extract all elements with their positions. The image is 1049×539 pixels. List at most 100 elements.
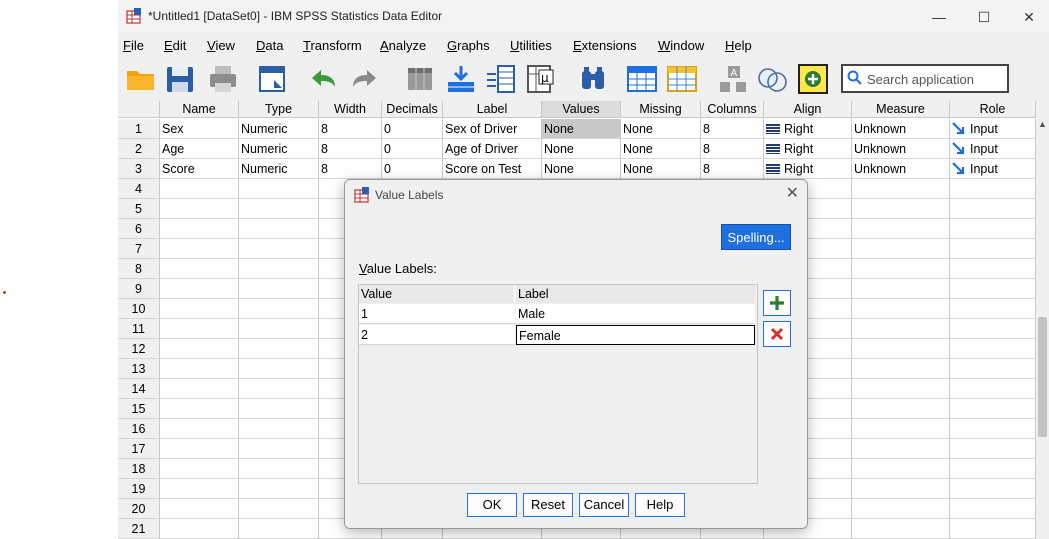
reset-button[interactable]: Reset bbox=[523, 493, 573, 517]
empty-cell[interactable] bbox=[239, 419, 319, 439]
variables-icon[interactable] bbox=[484, 62, 518, 96]
search-application-input[interactable]: Search application bbox=[841, 64, 1009, 93]
cell-role[interactable]: Input bbox=[950, 159, 1036, 179]
cell-align[interactable]: Right bbox=[764, 139, 852, 159]
empty-cell[interactable] bbox=[950, 199, 1036, 219]
empty-cell[interactable] bbox=[239, 439, 319, 459]
cell-align[interactable]: Right bbox=[764, 119, 852, 139]
cell-values[interactable]: None bbox=[542, 139, 621, 159]
descriptive-statistics-icon[interactable]: μ bbox=[524, 62, 558, 96]
row-number[interactable]: 4 bbox=[118, 179, 160, 199]
cell-type[interactable]: Numeric bbox=[239, 159, 319, 179]
split-file-icon[interactable]: A bbox=[716, 62, 750, 96]
menu-transform[interactable]: Transform bbox=[303, 38, 362, 53]
column-header-align[interactable]: Align bbox=[764, 101, 852, 118]
cell-missing[interactable]: None bbox=[621, 159, 701, 179]
cell-columns[interactable]: 8 bbox=[701, 119, 764, 139]
empty-cell[interactable] bbox=[239, 519, 319, 539]
add-label-button[interactable] bbox=[763, 290, 791, 316]
row-number[interactable]: 16 bbox=[118, 419, 160, 439]
redo-icon[interactable] bbox=[348, 62, 382, 96]
menu-extensions[interactable]: Extensions bbox=[573, 38, 637, 53]
empty-cell[interactable] bbox=[239, 299, 319, 319]
column-header-measure[interactable]: Measure bbox=[852, 101, 950, 118]
menu-view[interactable]: View bbox=[207, 38, 235, 53]
value-cell[interactable]: 2 bbox=[359, 325, 515, 345]
cell-measure[interactable]: Unknown bbox=[852, 119, 950, 139]
empty-cell[interactable] bbox=[852, 499, 950, 519]
use-variable-sets-icon[interactable] bbox=[796, 62, 830, 96]
empty-cell[interactable] bbox=[950, 419, 1036, 439]
empty-cell[interactable] bbox=[950, 239, 1036, 259]
column-header-type[interactable]: Type bbox=[239, 101, 319, 118]
spelling-button[interactable]: Spelling... bbox=[721, 224, 791, 250]
cell-name[interactable]: Sex bbox=[160, 119, 239, 139]
help-button[interactable]: Help bbox=[635, 493, 685, 517]
empty-cell[interactable] bbox=[160, 219, 239, 239]
cell-label[interactable]: Sex of Driver bbox=[443, 119, 542, 139]
dialog-close-icon[interactable]: ✕ bbox=[786, 183, 799, 203]
empty-cell[interactable] bbox=[852, 439, 950, 459]
cell-role[interactable]: Input bbox=[950, 139, 1036, 159]
cell-name[interactable]: Score bbox=[160, 159, 239, 179]
empty-cell[interactable] bbox=[160, 399, 239, 419]
empty-cell[interactable] bbox=[852, 459, 950, 479]
empty-cell[interactable] bbox=[950, 319, 1036, 339]
empty-cell[interactable] bbox=[160, 319, 239, 339]
cell-label[interactable]: Age of Driver bbox=[443, 139, 542, 159]
row-number[interactable]: 9 bbox=[118, 279, 160, 299]
empty-cell[interactable] bbox=[852, 299, 950, 319]
cell-width[interactable]: 8 bbox=[319, 159, 382, 179]
cell-name[interactable]: Age bbox=[160, 139, 239, 159]
cell-decimals[interactable]: 0 bbox=[382, 119, 443, 139]
undo-icon[interactable] bbox=[306, 62, 340, 96]
minimize-button[interactable]: — bbox=[917, 4, 961, 30]
row-number[interactable]: 11 bbox=[118, 319, 160, 339]
row-number[interactable]: 17 bbox=[118, 439, 160, 459]
row-number[interactable]: 18 bbox=[118, 459, 160, 479]
empty-cell[interactable] bbox=[239, 379, 319, 399]
empty-cell[interactable] bbox=[239, 459, 319, 479]
row-number[interactable]: 19 bbox=[118, 479, 160, 499]
empty-cell[interactable] bbox=[160, 499, 239, 519]
label-cell-editing[interactable]: Female bbox=[516, 325, 755, 345]
empty-cell[interactable] bbox=[950, 279, 1036, 299]
cell-measure[interactable]: Unknown bbox=[852, 159, 950, 179]
go-to-case-icon[interactable] bbox=[404, 62, 438, 96]
row-number[interactable]: 10 bbox=[118, 299, 160, 319]
menu-data[interactable]: Data bbox=[256, 38, 283, 53]
cell-columns[interactable]: 8 bbox=[701, 159, 764, 179]
empty-cell[interactable] bbox=[852, 199, 950, 219]
empty-cell[interactable] bbox=[852, 239, 950, 259]
row-number[interactable]: 8 bbox=[118, 259, 160, 279]
empty-cell[interactable] bbox=[160, 519, 239, 539]
menu-analyze[interactable]: Analyze bbox=[380, 38, 426, 53]
empty-cell[interactable] bbox=[852, 279, 950, 299]
empty-cell[interactable] bbox=[950, 479, 1036, 499]
cell-align[interactable]: Right bbox=[764, 159, 852, 179]
empty-cell[interactable] bbox=[950, 339, 1036, 359]
cell-decimals[interactable]: 0 bbox=[382, 159, 443, 179]
empty-cell[interactable] bbox=[950, 519, 1036, 539]
print-icon[interactable] bbox=[206, 62, 240, 96]
vertical-scrollbar[interactable]: ▲ bbox=[1036, 101, 1049, 539]
empty-cell[interactable] bbox=[160, 339, 239, 359]
empty-cell[interactable] bbox=[852, 319, 950, 339]
empty-cell[interactable] bbox=[160, 439, 239, 459]
column-header-width[interactable]: Width bbox=[319, 101, 382, 118]
empty-cell[interactable] bbox=[160, 419, 239, 439]
empty-cell[interactable] bbox=[239, 279, 319, 299]
empty-cell[interactable] bbox=[160, 379, 239, 399]
empty-cell[interactable] bbox=[239, 199, 319, 219]
column-header-columns[interactable]: Columns bbox=[701, 101, 764, 118]
cell-columns[interactable]: 8 bbox=[701, 139, 764, 159]
cell-type[interactable]: Numeric bbox=[239, 139, 319, 159]
empty-cell[interactable] bbox=[950, 459, 1036, 479]
column-header-label[interactable]: Label bbox=[443, 101, 542, 118]
empty-cell[interactable] bbox=[852, 179, 950, 199]
empty-cell[interactable] bbox=[852, 259, 950, 279]
empty-cell[interactable] bbox=[239, 219, 319, 239]
menu-file[interactable]: File bbox=[123, 38, 144, 53]
empty-cell[interactable] bbox=[160, 479, 239, 499]
empty-cell[interactable] bbox=[950, 499, 1036, 519]
